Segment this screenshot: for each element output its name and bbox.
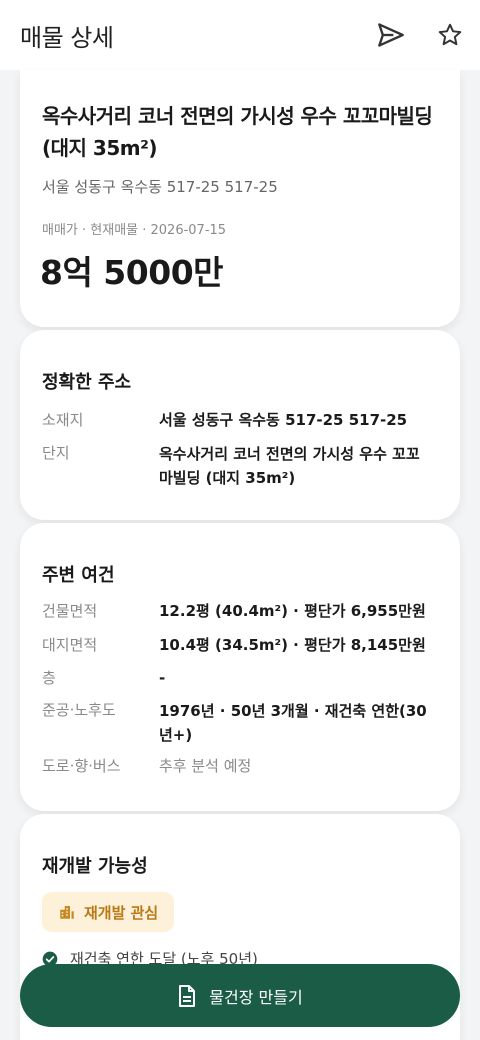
row-value: 1976년 · 50년 3개월 · 재건축 연한(30년+)	[159, 702, 427, 744]
cta-label: 물건장 만들기	[209, 987, 303, 1007]
row-value: 10.4평 (34.5m²) · 평단가 8,145만원	[159, 636, 426, 654]
building-icon	[58, 903, 76, 921]
row-value: 옥수사거리 코너 전면의 가시성 우수 꼬꼬마빌딩 (대지 35m²)	[159, 445, 420, 487]
app-header: 매물 상세	[0, 0, 480, 70]
document-icon	[177, 984, 197, 1007]
star-outline-icon[interactable]	[433, 18, 467, 52]
address-card: 정확한 주소 소재지 서울 성동구 옥수동 517-25 517-25 단지 옥…	[20, 330, 460, 520]
surroundings-row-floor: 층 -	[42, 667, 452, 689]
surroundings-card: 주변 여건 건물면적 12.2평 (40.4m²) · 평단가 6,955만원 …	[20, 523, 460, 811]
surroundings-row-age: 준공·노후도 1976년 · 50년 3개월 · 재건축 연한(30년+)	[42, 699, 452, 747]
listing-meta: 매매가 · 현재매물 · 2026-07-15	[42, 223, 227, 238]
listing-address: 서울 성동구 옥수동 517-25 517-25	[42, 178, 278, 196]
listing-price: 8억 5000만	[40, 253, 224, 292]
surroundings-row-road: 도로·향·버스 추후 분석 예정	[42, 755, 452, 777]
redevelopment-section-title: 재개발 가능성	[42, 856, 148, 877]
surroundings-section-title: 주변 여건	[42, 565, 115, 586]
surroundings-row-building-area: 건물면적 12.2평 (40.4m²) · 평단가 6,955만원	[42, 600, 452, 622]
page-title: 매물 상세	[20, 24, 114, 52]
address-row-complex: 단지 옥수사거리 코너 전면의 가시성 우수 꼬꼬마빌딩 (대지 35m²)	[42, 442, 442, 490]
surroundings-row-land-area: 대지면적 10.4평 (34.5m²) · 평단가 8,145만원	[42, 634, 452, 656]
address-section-title: 정확한 주소	[42, 372, 132, 393]
row-value: 추후 분석 예정	[159, 757, 252, 775]
summary-card: 옥수사거리 코너 전면의 가시성 우수 꼬꼬마빌딩 (대지 35m²) 서울 성…	[20, 70, 460, 327]
row-value: 서울 성동구 옥수동 517-25 517-25	[159, 411, 408, 429]
row-key: 대지면적	[42, 636, 98, 654]
send-icon[interactable]	[374, 18, 408, 52]
row-key: 준공·노후도	[42, 701, 116, 719]
row-key: 도로·향·버스	[42, 757, 121, 775]
row-key: 소재지	[42, 411, 84, 429]
row-key: 층	[42, 669, 56, 687]
badge-label: 재개발 관심	[84, 903, 159, 922]
row-value: 12.2평 (40.4m²) · 평단가 6,955만원	[159, 602, 426, 620]
row-value: -	[159, 669, 166, 687]
row-key: 건물면적	[42, 602, 98, 620]
create-listing-sheet-button[interactable]: 물건장 만들기	[20, 964, 460, 1027]
listing-title: 옥수사거리 코너 전면의 가시성 우수 꼬꼬마빌딩 (대지 35m²)	[42, 104, 433, 160]
redevelopment-badge: 재개발 관심	[42, 892, 175, 932]
address-row-location: 소재지 서울 성동구 옥수동 517-25 517-25	[42, 409, 442, 431]
row-key: 단지	[42, 444, 70, 462]
